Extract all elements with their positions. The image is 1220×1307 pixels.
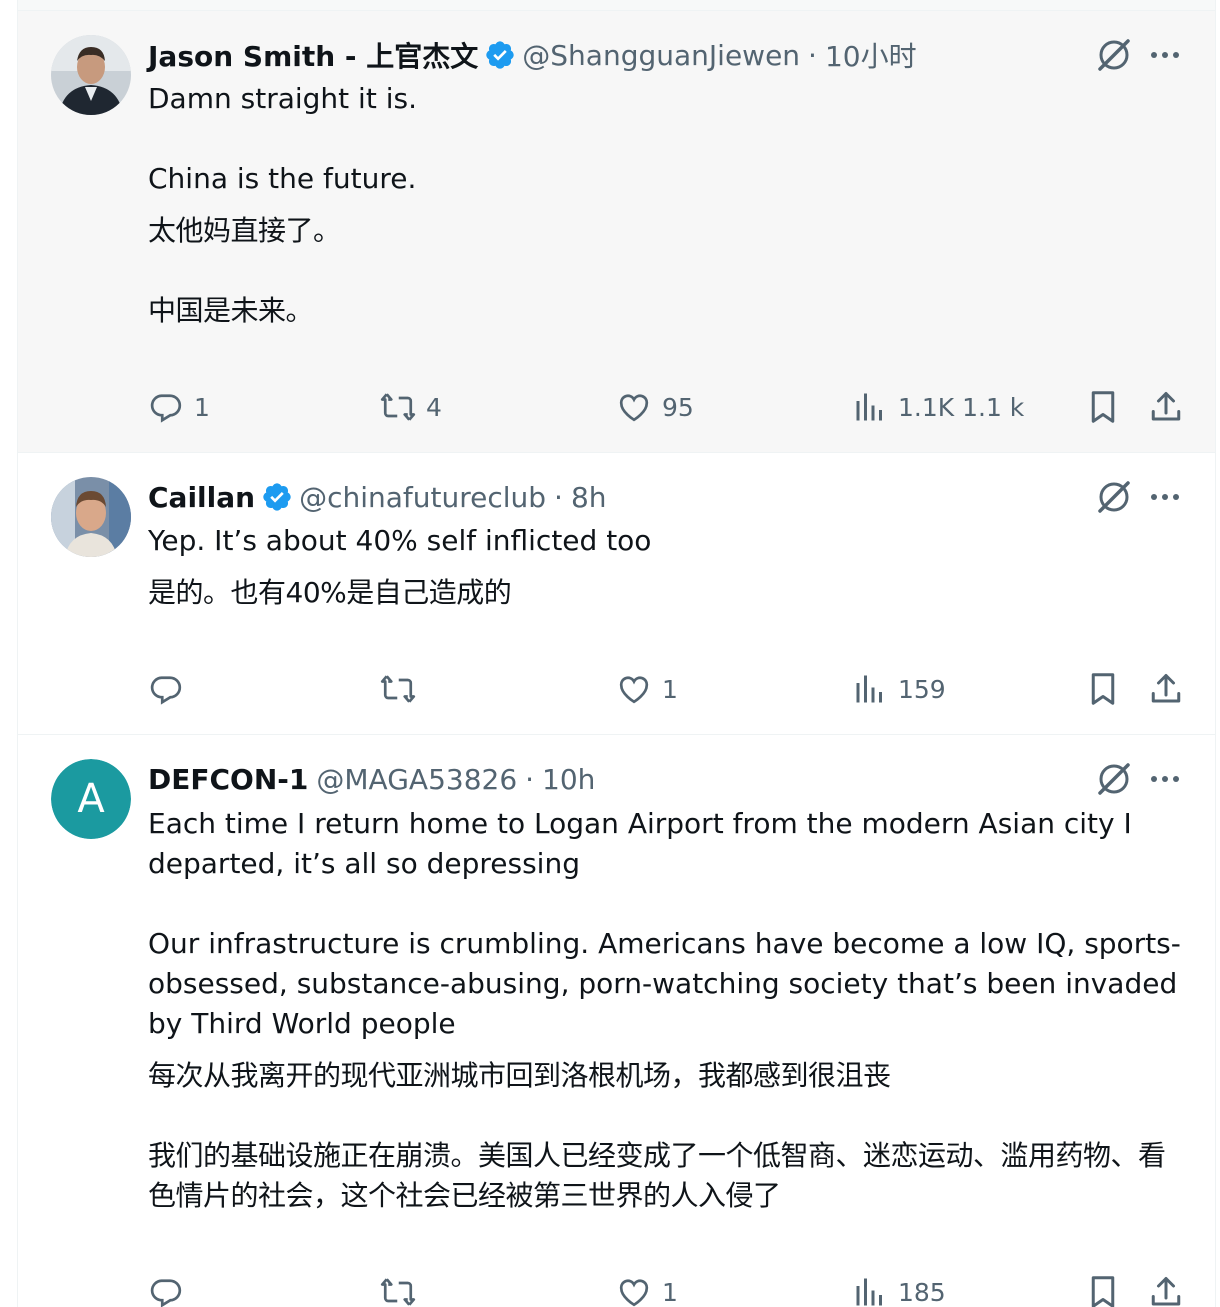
reply-count: 1 (194, 392, 210, 422)
analytics-icon (856, 675, 882, 703)
translation: 是的。也有40%是自己造成的 (148, 573, 1188, 613)
bookmark-button[interactable] (1085, 669, 1121, 709)
retweet-icon (380, 393, 416, 421)
retweet-count: 4 (426, 392, 442, 422)
tweet-text: Damn straight it is. China is the future… (148, 79, 1188, 331)
view-count: 185 (898, 1277, 946, 1307)
retweet-icon (380, 1278, 416, 1306)
bookmark-button[interactable] (1085, 1272, 1121, 1307)
like-count: 95 (662, 392, 694, 422)
more-options-icon[interactable] (1149, 760, 1181, 798)
translation-line: 太他妈直接了。 (148, 214, 341, 247)
grok-icon[interactable] (1095, 36, 1133, 74)
display-name[interactable]: Jason Smith - 上官杰文 (148, 35, 478, 75)
heart-icon (619, 676, 649, 704)
analytics-icon (856, 1278, 882, 1306)
bookmark-button[interactable] (1085, 387, 1121, 427)
tweet-text: Yep. It’s about 40% self inflicted too 是… (148, 521, 1188, 613)
retweet-icon (380, 675, 416, 703)
tweet[interactable]: Caillan @chinafutureclub · 8h Yep. It’s … (18, 453, 1215, 735)
timestamp[interactable]: 8h (571, 481, 607, 514)
translation-line: 每次从我离开的现代亚洲城市回到洛根机场，我都感到很沮丧 (148, 1059, 891, 1092)
user-handle[interactable]: @chinafutureclub (299, 481, 546, 514)
verified-badge-icon (263, 483, 291, 511)
tweet-line: Damn straight it is. (148, 82, 417, 115)
translation: 太他妈直接了。 中国是未来。 (148, 211, 1188, 331)
separator-dot: · (525, 762, 535, 796)
retweet-button[interactable] (380, 1272, 426, 1307)
retweet-button[interactable] (380, 669, 426, 709)
tweet-line: Yep. It’s about 40% self inflicted too (148, 524, 652, 557)
reply-button[interactable] (148, 669, 194, 709)
share-button[interactable] (1148, 387, 1184, 427)
avatar[interactable]: A (51, 759, 131, 839)
view-count: 1.1K 1.1 k (898, 392, 1025, 422)
translation-line: 中国是未来。 (148, 294, 314, 327)
reply-button[interactable] (148, 1272, 194, 1307)
heart-icon (619, 1279, 649, 1307)
tweet-header: DEFCON-1 @MAGA53826 · 10h (148, 759, 595, 799)
grok-icon[interactable] (1095, 478, 1133, 516)
action-bar: 1 185 (148, 1272, 1188, 1307)
views-button[interactable]: 185 (852, 1272, 946, 1307)
share-icon (1151, 674, 1181, 703)
tweet[interactable]: Jason Smith - 上官杰文 @ShangguanJiewen · 10… (18, 11, 1215, 453)
previous-tweet-edge (18, 0, 1215, 11)
display-name[interactable]: Caillan (148, 481, 255, 514)
bookmark-icon (1091, 1276, 1115, 1307)
translation-line: 我们的基础设施正在崩溃。美国人已经变成了一个低智商、迷恋运动、滥用药物、看色情片… (148, 1139, 1166, 1212)
bookmark-icon (1091, 673, 1115, 705)
reply-icon (150, 1279, 182, 1307)
more-options-icon[interactable] (1149, 36, 1181, 74)
tweet-header: Caillan @chinafutureclub · 8h (148, 477, 607, 517)
tweet-line: China is the future. (148, 162, 417, 195)
like-count: 1 (662, 1277, 678, 1307)
retweet-button[interactable]: 4 (380, 387, 442, 427)
tweet-header: Jason Smith - 上官杰文 @ShangguanJiewen · 10… (148, 35, 917, 75)
tweet-line: Our infrastructure is crumbling. America… (148, 927, 1187, 1040)
heart-icon (619, 394, 649, 422)
separator-dot: · (808, 38, 817, 72)
tweet-line: Each time I return home to Logan Airport… (148, 807, 1141, 880)
views-button[interactable]: 159 (852, 669, 946, 709)
analytics-icon (856, 393, 882, 421)
display-name[interactable]: DEFCON-1 (148, 763, 308, 796)
tweet[interactable]: A DEFCON-1 @MAGA53826 · 10h Each time I … (18, 735, 1215, 1307)
reply-icon (150, 394, 182, 423)
like-button[interactable]: 1 (616, 669, 678, 709)
user-handle[interactable]: @ShangguanJiewen (522, 39, 800, 72)
action-bar: 1 4 95 1.1K 1.1 k (148, 387, 1188, 427)
verified-badge-icon (486, 41, 514, 69)
translation-line: 是的。也有40%是自己造成的 (148, 576, 512, 609)
tweet-feed: Jason Smith - 上官杰文 @ShangguanJiewen · 10… (17, 0, 1216, 1307)
grok-icon[interactable] (1095, 760, 1133, 798)
timestamp[interactable]: 10小时 (825, 35, 917, 75)
share-button[interactable] (1148, 1272, 1184, 1307)
bookmark-icon (1091, 391, 1115, 423)
action-bar: 1 159 (148, 669, 1188, 709)
tweet-text: Each time I return home to Logan Airport… (148, 804, 1188, 1216)
share-button[interactable] (1148, 669, 1184, 709)
avatar[interactable] (51, 477, 131, 557)
avatar-letter: A (51, 759, 131, 839)
reply-button[interactable]: 1 (148, 387, 210, 427)
translation: 每次从我离开的现代亚洲城市回到洛根机场，我都感到很沮丧 我们的基础设施正在崩溃。… (148, 1056, 1188, 1216)
more-options-icon[interactable] (1149, 478, 1181, 516)
view-count: 159 (898, 674, 946, 704)
like-count: 1 (662, 674, 678, 704)
share-icon (1151, 1277, 1181, 1306)
like-button[interactable]: 1 (616, 1272, 678, 1307)
separator-dot: · (554, 480, 563, 514)
reply-icon (150, 676, 182, 705)
share-icon (1151, 392, 1181, 421)
timestamp[interactable]: 10h (542, 763, 595, 796)
user-handle[interactable]: @MAGA53826 (316, 763, 517, 796)
views-button[interactable]: 1.1K 1.1 k (852, 387, 1024, 427)
like-button[interactable]: 95 (616, 387, 694, 427)
avatar[interactable] (51, 35, 131, 115)
